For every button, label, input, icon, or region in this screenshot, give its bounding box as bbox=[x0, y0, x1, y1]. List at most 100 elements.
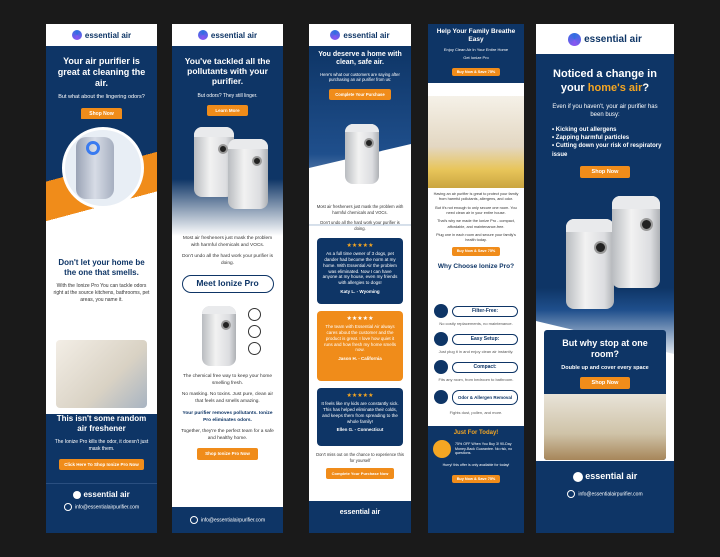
review-text: As a full time owner of 3 dogs, pet dand… bbox=[322, 251, 398, 286]
feature-odor-removal: Odor & Allergen Removal bbox=[434, 388, 518, 406]
footer-email[interactable]: info@essentialairpurifier.com bbox=[578, 491, 642, 497]
body-text-2: The Ionize Pro kills the odor, it doesn'… bbox=[54, 439, 149, 453]
body-text-2: Double up and cover every space bbox=[561, 364, 649, 371]
brand-name: essential air bbox=[343, 30, 390, 40]
headline-highlight: home's air bbox=[587, 81, 643, 94]
header-logo: essential air bbox=[309, 24, 411, 46]
ionize-pro-image bbox=[202, 306, 236, 366]
bullet-2: • Zapping harmful particles bbox=[552, 135, 630, 142]
logo-icon bbox=[330, 30, 341, 40]
purifier-image bbox=[612, 196, 660, 288]
headline-part: ? bbox=[642, 81, 650, 94]
shop-ionize-pro-button[interactable]: Click Here To Shop Ionize Pro Now bbox=[59, 459, 144, 471]
subhead: Enjoy Clean Air In Your Entire Home bbox=[443, 46, 509, 52]
email-5: essential air Noticed a change in your h… bbox=[536, 24, 674, 533]
logo-icon bbox=[71, 30, 82, 40]
instagram-icon[interactable] bbox=[567, 489, 576, 498]
logo-icon bbox=[568, 32, 582, 46]
shop-ionize-pro-button[interactable]: Shop Ionize Pro Now bbox=[197, 447, 258, 460]
product-title: Meet Ionize Pro bbox=[181, 274, 274, 293]
footer-email[interactable]: info@essentialairpurifier.com bbox=[201, 517, 265, 523]
shop-now-button-2[interactable]: Shop Now bbox=[579, 376, 631, 389]
review-author: Katy L. - Wyoming bbox=[340, 289, 380, 295]
filter-free-icon bbox=[248, 308, 261, 321]
complete-purchase-button[interactable]: Complete Your Purchase bbox=[329, 88, 391, 100]
purifier-image bbox=[345, 124, 379, 184]
review-card: ★★★★★ It feels like my kids are constant… bbox=[317, 388, 403, 446]
deal-section: Just For Today! 75% OFF When You Buy 3! … bbox=[428, 426, 524, 533]
bullet-text: Zapping harmful particles bbox=[555, 135, 630, 142]
bold-statement: Your purifier removes pollutants. Ionize… bbox=[182, 410, 273, 423]
room-photo bbox=[544, 394, 666, 460]
instagram-icon[interactable] bbox=[63, 503, 72, 511]
header-logo: essential air bbox=[172, 24, 283, 46]
body-text: Most air fresheners just mask the proble… bbox=[182, 236, 273, 248]
bullet-text: Cutting down your risk of respiratory is… bbox=[552, 143, 662, 158]
body-text-2: Don't undo all the hard work your purifi… bbox=[320, 219, 400, 231]
body-text: With the Ionize Pro You can tackle odors… bbox=[53, 283, 150, 304]
email-2: essential air You've tackled all the pol… bbox=[172, 24, 283, 533]
no-chemical-icon bbox=[248, 342, 261, 355]
feature-desc: Just plug it in and enjoy clean air inst… bbox=[438, 349, 514, 354]
filter-icon bbox=[434, 304, 448, 318]
bullet-text: Kicking out allergens bbox=[555, 126, 617, 133]
feature-label: Filter-Free: bbox=[452, 305, 518, 317]
section-heading-2: This isn't some random air freshener bbox=[56, 414, 147, 433]
subhead: Here's what our customers are saying aft… bbox=[320, 71, 400, 83]
purifier-image bbox=[566, 219, 614, 309]
brand-name: essential air bbox=[210, 30, 258, 40]
feature-desc: Fits any room, from bedroom to bathroom. bbox=[438, 377, 514, 382]
footer-brand: essential air bbox=[83, 490, 130, 499]
body-text-4: No masking. No toxins. Just pure, clean … bbox=[181, 392, 274, 405]
guarantee-badge-icon bbox=[433, 440, 451, 458]
plug-icon bbox=[434, 332, 448, 346]
buy-now-button-3[interactable]: Buy Now & Save 75% bbox=[451, 475, 501, 483]
footer: essential air info@essentialairpurifier.… bbox=[536, 461, 674, 533]
buy-now-button-2[interactable]: Buy Now & Save 75% bbox=[451, 246, 501, 256]
review-text: It feels like my kids are constantly sic… bbox=[321, 401, 399, 424]
headline: You've tackled all the pollutants with y… bbox=[184, 56, 271, 87]
logo-icon bbox=[197, 30, 208, 40]
section-title: Why Choose Ionize Pro? bbox=[437, 262, 515, 270]
body-text-3: The chemical free way to keep your home … bbox=[182, 374, 273, 386]
headline: You deserve a home with clean, safe air. bbox=[318, 51, 402, 67]
section-heading: But why stop at one room? bbox=[562, 338, 648, 359]
headline: Help Your Family Breathe Easy bbox=[436, 28, 516, 43]
header-logo: essential air bbox=[46, 24, 157, 46]
body-text: Most air fresheners just mask the proble… bbox=[316, 204, 404, 215]
complete-purchase-now-button[interactable]: Complete Your Purchase Now bbox=[325, 467, 395, 480]
feature-easy-setup: Easy Setup: bbox=[434, 332, 518, 346]
bullet-1: • Kicking out allergens bbox=[552, 126, 617, 133]
compact-icon bbox=[434, 360, 448, 374]
promo-box: But why stop at one room? Double up and … bbox=[544, 330, 666, 460]
footer-email[interactable]: info@essentialairpurifier.com bbox=[75, 504, 139, 510]
body-text-4: Plug one in each room and secure your fa… bbox=[436, 232, 516, 243]
brand-name: essential air bbox=[84, 30, 132, 40]
body-text-2: Don't undo all the hard work your purifi… bbox=[181, 254, 274, 267]
headline: Your air purifier is great at cleaning t… bbox=[57, 56, 146, 88]
feature-filter-free: Filter-Free: bbox=[434, 304, 518, 318]
feature-label: Compact: bbox=[452, 361, 518, 373]
learn-more-button[interactable]: Learn More bbox=[207, 104, 248, 116]
woman-photo bbox=[56, 340, 147, 408]
instagram-icon[interactable] bbox=[189, 516, 198, 524]
get-ionize-pro-link[interactable]: Get Ionize Pro bbox=[433, 55, 519, 60]
headline: Noticed a change in your home's air? bbox=[546, 68, 664, 96]
shop-now-button[interactable]: Shop Now bbox=[579, 166, 631, 179]
feature-icons bbox=[248, 308, 262, 355]
section-heading: Don't let your home be the one that smel… bbox=[58, 258, 145, 277]
buy-now-button[interactable]: Buy Now & Save 75% bbox=[451, 67, 501, 76]
deal-text: 75% OFF When You Buy 3! 90-Day Money-Bac… bbox=[455, 441, 513, 456]
footer-brand: essential air bbox=[585, 471, 638, 481]
hero-image bbox=[46, 119, 157, 254]
deal-title: Just For Today! bbox=[453, 430, 499, 436]
footer: essential air info@essentialairpurifier.… bbox=[46, 483, 157, 533]
deal-note: Hurry! this offer is only available for … bbox=[442, 463, 510, 467]
body-text-2: But it's not enough to only secure one r… bbox=[435, 205, 517, 215]
review-text: The team with Essential Air always cares… bbox=[323, 324, 397, 353]
subhead: But what about the lingering odors? bbox=[58, 94, 145, 101]
body-text-3: Don't miss out on the chance to experien… bbox=[316, 452, 404, 463]
plug-icon bbox=[248, 325, 261, 338]
feature-compact: Compact: bbox=[434, 360, 518, 374]
feature-desc: Fights dust, pollen, and more. bbox=[449, 410, 503, 415]
